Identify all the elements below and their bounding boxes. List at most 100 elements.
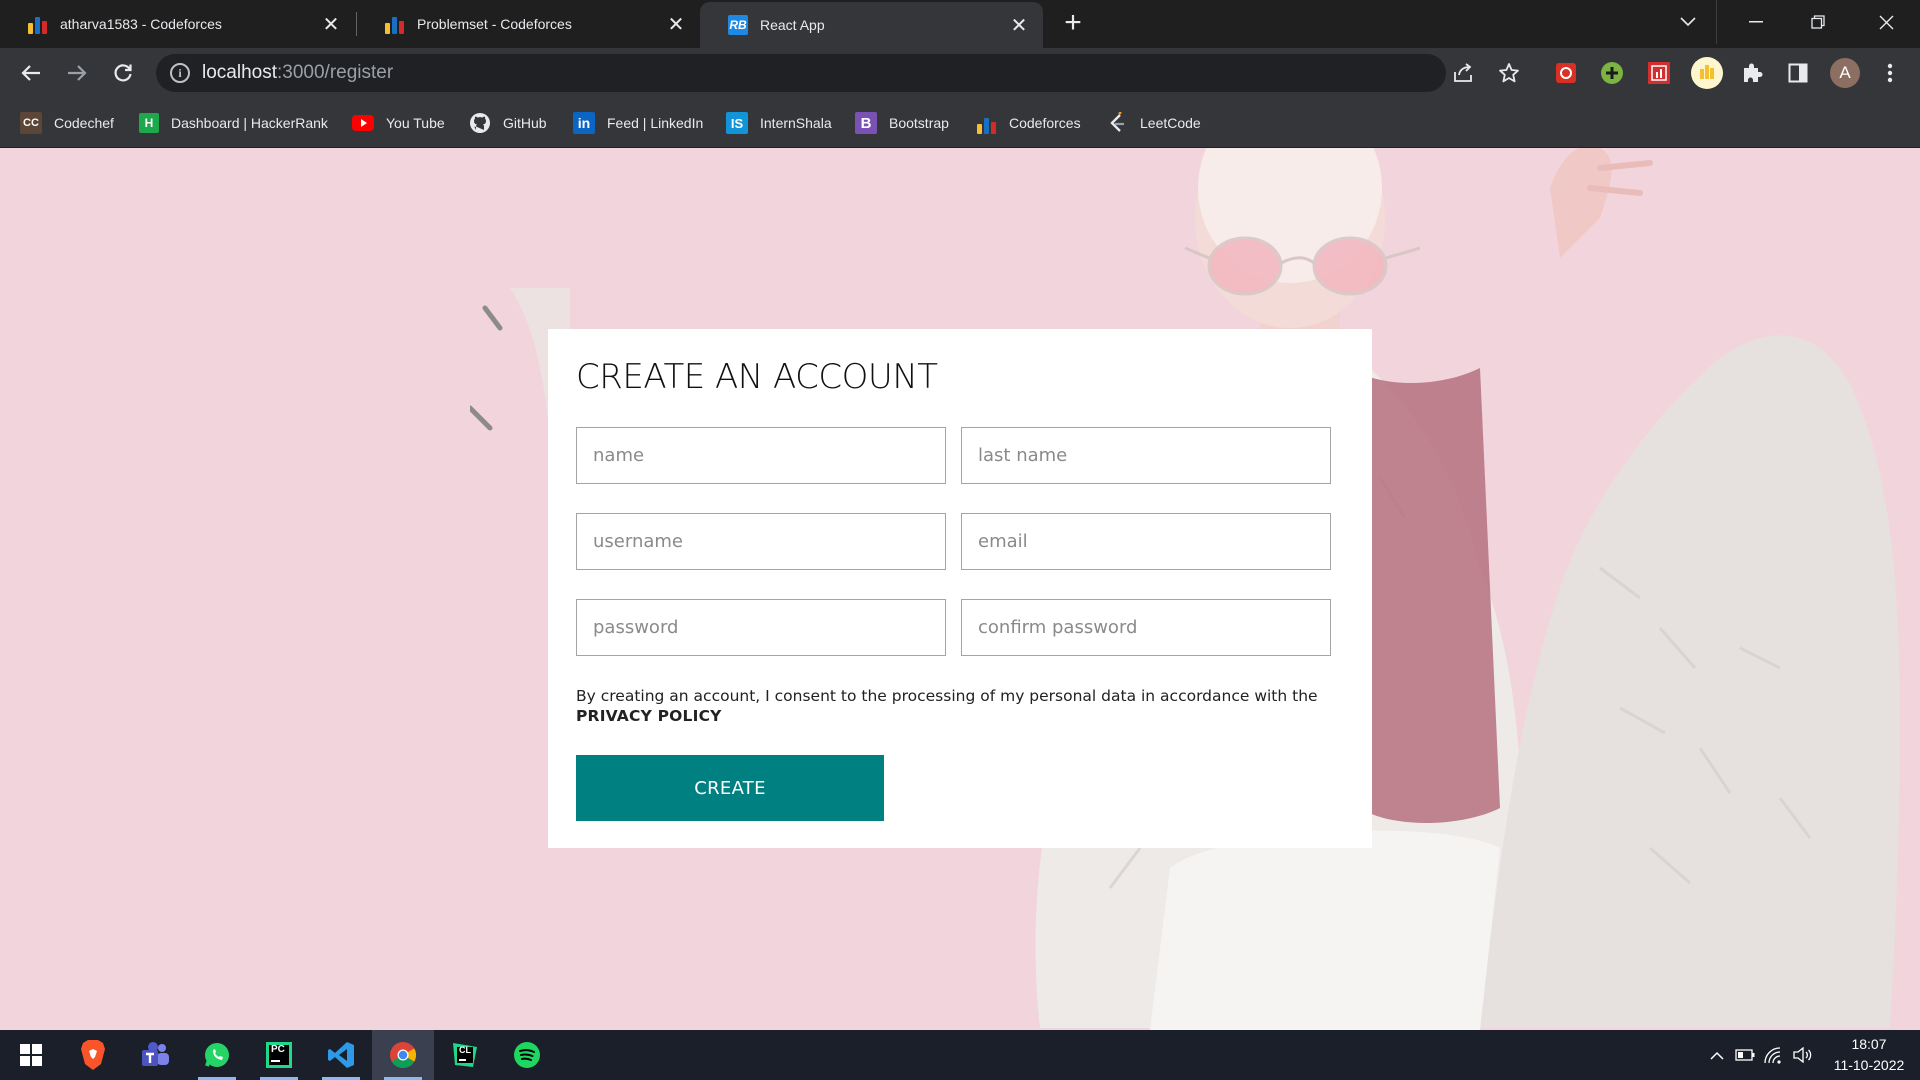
side-panel-icon[interactable] [1784, 59, 1812, 87]
address-bar[interactable]: i localhost:3000/register [156, 54, 1446, 92]
privacy-policy-link[interactable]: PRIVACY POLICY [576, 706, 1346, 726]
extension-codeforces-icon[interactable] [1690, 56, 1724, 90]
consent-statement: By creating an account, I consent to the… [576, 687, 1318, 705]
bookmark-hackerrank[interactable]: H Dashboard | HackerRank [139, 110, 328, 136]
taskbar-brave[interactable] [62, 1030, 124, 1080]
show-hidden-icons-button[interactable] [1706, 1044, 1728, 1066]
close-icon[interactable]: ✕ [1009, 15, 1029, 37]
youtube-icon [352, 112, 374, 134]
taskbar-clion[interactable]: CL [434, 1030, 496, 1080]
restore-button[interactable] [1790, 0, 1846, 44]
hackerrank-icon: H [139, 113, 159, 133]
bookmark-codeforces[interactable]: Codeforces [975, 110, 1081, 136]
password-input[interactable] [576, 599, 946, 656]
bookmark-label: You Tube [386, 115, 445, 131]
bookmark-linkedin[interactable]: in Feed | LinkedIn [573, 110, 703, 136]
confirm-password-input[interactable] [961, 599, 1331, 656]
bookmark-label: Bootstrap [889, 115, 949, 131]
pycharm-label: PC [271, 1044, 285, 1055]
taskbar-teams[interactable] [124, 1030, 186, 1080]
react-favicon-icon: RB [728, 15, 748, 35]
profile-avatar[interactable]: A [1828, 56, 1862, 90]
whatsapp-icon [205, 1043, 229, 1067]
bookmark-github[interactable]: GitHub [469, 110, 547, 136]
taskbar-pycharm[interactable]: PC [248, 1030, 310, 1080]
site-info-icon[interactable]: i [170, 63, 190, 83]
tab-react-app[interactable]: RB React App ✕ [700, 2, 1043, 48]
codeforces-favicon-icon [28, 14, 48, 34]
tab-search-icon[interactable] [1660, 0, 1716, 44]
share-icon[interactable] [1448, 58, 1478, 88]
linkedin-icon: in [573, 112, 595, 134]
bookmark-codechef[interactable]: CC Codechef [20, 110, 114, 136]
register-card: CREATE AN ACCOUNT By creating an account… [548, 329, 1372, 848]
profile-initial: A [1839, 63, 1851, 82]
last-name-input[interactable] [961, 427, 1331, 484]
codeforces-favicon-icon [385, 14, 405, 34]
extension-green-plus-icon[interactable] [1598, 59, 1626, 87]
spotify-icon [514, 1042, 540, 1068]
username-input[interactable] [576, 513, 946, 570]
clion-label: CL [459, 1045, 471, 1055]
tab-atharva-codeforces[interactable]: atharva1583 - Codeforces ✕ [0, 0, 355, 48]
create-account-button[interactable]: CREATE [576, 755, 884, 821]
taskbar-whatsapp[interactable] [186, 1030, 248, 1080]
bookmarks-bar: CC Codechef H Dashboard | HackerRank You… [0, 98, 1920, 148]
minimize-button[interactable] [1728, 0, 1784, 44]
close-icon[interactable]: ✕ [666, 14, 686, 36]
volume-icon[interactable] [1792, 1044, 1814, 1066]
start-button[interactable] [0, 1030, 62, 1080]
taskbar-vscode[interactable] [310, 1030, 372, 1080]
codechef-icon: CC [20, 112, 42, 134]
forward-button[interactable] [60, 56, 94, 90]
url-host: localhost [202, 62, 277, 83]
bookmark-label: Feed | LinkedIn [607, 115, 704, 131]
tab-strip: atharva1583 - Codeforces ✕ Problemset - … [0, 0, 1920, 48]
register-form [576, 427, 1344, 656]
bookmark-label: InternShala [760, 115, 832, 131]
menu-kebab-icon[interactable] [1876, 59, 1904, 87]
bookmark-youtube[interactable]: You Tube [352, 110, 445, 136]
brave-icon [81, 1040, 105, 1070]
close-window-button[interactable] [1858, 0, 1914, 44]
bookmark-bootstrap[interactable]: B Bootstrap [855, 110, 949, 136]
bookmark-label: Codechef [54, 115, 114, 131]
leetcode-icon [1106, 112, 1128, 134]
extension-red-icon[interactable] [1552, 59, 1580, 87]
reload-button[interactable] [106, 56, 140, 90]
back-button[interactable] [14, 56, 48, 90]
internshala-icon: IS [726, 112, 748, 134]
bookmark-star-icon[interactable] [1494, 58, 1524, 88]
bookmark-label: GitHub [503, 115, 547, 131]
close-icon[interactable]: ✕ [321, 14, 341, 36]
windows-taskbar: PC CL 18:07 11-10-2022 [0, 1030, 1920, 1080]
extensions-puzzle-icon[interactable] [1738, 59, 1766, 87]
email-input[interactable] [961, 513, 1331, 570]
bookmark-internshala[interactable]: IS InternShala [726, 110, 832, 136]
page-viewport: CREATE AN ACCOUNT By creating an account… [0, 148, 1920, 1030]
new-tab-button[interactable]: + [1058, 8, 1088, 38]
name-input[interactable] [576, 427, 946, 484]
url-path: :3000/register [277, 62, 394, 83]
separator [1716, 0, 1717, 44]
clock-date: 11-10-2022 [1833, 1057, 1905, 1073]
battery-icon[interactable] [1734, 1044, 1756, 1066]
system-clock[interactable]: 18:07 11-10-2022 [1826, 1034, 1912, 1076]
tab-problemset-codeforces[interactable]: Problemset - Codeforces ✕ [357, 0, 700, 48]
bookmark-label: Dashboard | HackerRank [171, 115, 328, 131]
wifi-icon[interactable] [1762, 1044, 1784, 1066]
taskbar-spotify[interactable] [496, 1030, 558, 1080]
bookmark-label: LeetCode [1140, 115, 1201, 131]
codeforces-icon [975, 112, 997, 134]
tab-title: atharva1583 - Codeforces [60, 16, 222, 32]
bookmark-leetcode[interactable]: LeetCode [1106, 110, 1201, 136]
vscode-icon [328, 1042, 354, 1068]
teams-icon [142, 1042, 169, 1066]
taskbar-chrome[interactable] [372, 1030, 434, 1080]
github-icon [469, 112, 491, 134]
consent-text: By creating an account, I consent to the… [576, 686, 1346, 726]
extension-red-chart-icon[interactable] [1645, 59, 1673, 87]
tab-title: React App [760, 17, 825, 33]
bootstrap-icon: B [855, 112, 877, 134]
page-title: CREATE AN ACCOUNT [576, 357, 938, 397]
